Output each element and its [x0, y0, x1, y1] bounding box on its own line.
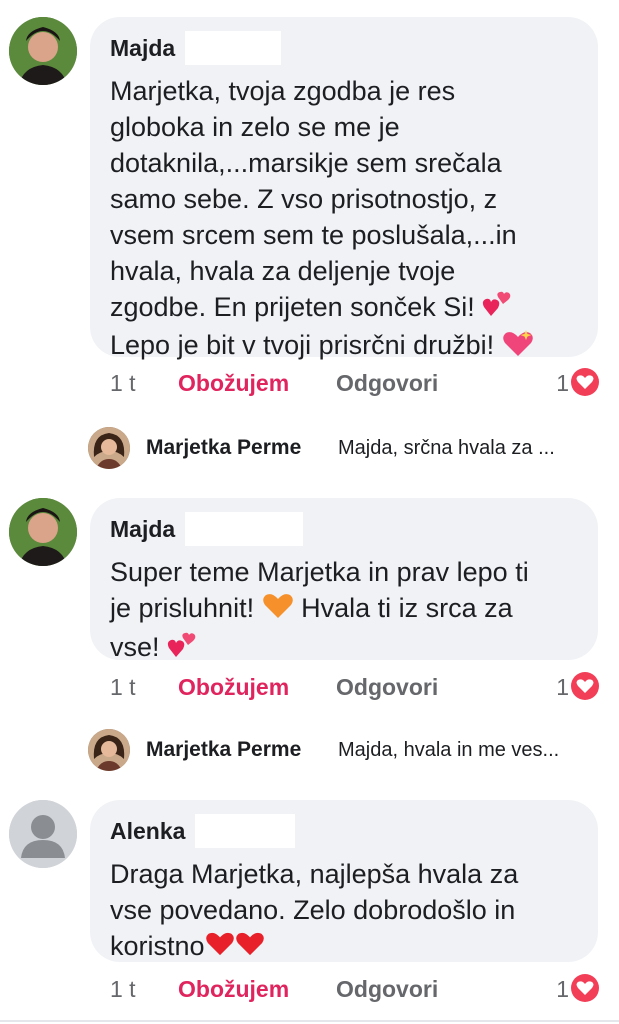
- reply-row[interactable]: Marjetka Perme Majda, srčna hvala za ...: [88, 425, 608, 473]
- comment-line: vse!: [110, 632, 160, 663]
- comment-bubble: Majda Marjetka, tvoja zgodba je res glob…: [90, 17, 598, 360]
- reaction-count[interactable]: 1: [556, 674, 569, 701]
- comment-line: je prisluhnit!: [110, 593, 255, 623]
- comment-line: Draga Marjetka, najlepša hvala za: [110, 859, 519, 889]
- two-hearts-icon: [482, 290, 512, 327]
- avatar[interactable]: [9, 498, 77, 566]
- comment-line: vsem srcem sem te poslušala,...in: [110, 220, 517, 250]
- love-reaction-button[interactable]: Obožujem: [178, 976, 289, 1003]
- comment-line: Hvala ti iz srca za: [301, 593, 513, 623]
- comment-line: Lepo je bit v tvoji prisrčni družbi!: [110, 330, 495, 361]
- red-heart-icon: [205, 929, 235, 966]
- redaction-box: [195, 814, 296, 848]
- comment-line: koristno: [110, 931, 205, 961]
- comment-line: Marjetka, tvoja zgodba je res: [110, 76, 456, 106]
- two-hearts-icon: [167, 631, 197, 668]
- comment-bubble: Majda Super teme Marjetka in prav lepo t…: [90, 498, 598, 662]
- reply-avatar[interactable]: [88, 427, 130, 469]
- comment-line: hvala, hvala za deljenje tvoje: [110, 256, 456, 286]
- comment-actions: 1 t Obožujem Odgovori 1: [110, 670, 599, 704]
- love-reaction-button[interactable]: Obožujem: [178, 370, 289, 397]
- heart-reaction-icon[interactable]: [571, 974, 599, 1002]
- comment-line: dotaknila,...marsikje sem srečala: [110, 148, 502, 178]
- reply-row[interactable]: Marjetka Perme Majda, hvala in me ves...: [88, 727, 608, 775]
- red-heart-icon: [235, 929, 265, 966]
- love-reaction-button[interactable]: Obožujem: [178, 674, 289, 701]
- divider: [0, 1020, 619, 1022]
- comment-actions: 1 t Obožujem Odgovori 1: [110, 366, 599, 400]
- reply-button[interactable]: Odgovori: [336, 370, 438, 397]
- heart-reaction-icon[interactable]: [571, 672, 599, 700]
- comment-author[interactable]: Majda: [110, 35, 175, 61]
- sparkling-heart-icon: [502, 328, 534, 367]
- comment-line: Super teme Marjetka in prav lepo ti: [110, 557, 529, 587]
- comment-author[interactable]: Majda: [110, 516, 175, 542]
- comment-line: globoka in zelo se me je: [110, 112, 400, 142]
- orange-heart-icon: [262, 590, 294, 629]
- heart-reaction-icon[interactable]: [571, 368, 599, 396]
- reply-avatar[interactable]: [88, 729, 130, 771]
- comment-text: Draga Marjetka, najlepša hvala za vse po…: [110, 856, 578, 966]
- reply-author[interactable]: Marjetka Perme: [146, 738, 301, 762]
- reply-button[interactable]: Odgovori: [336, 674, 438, 701]
- reply-author[interactable]: Marjetka Perme: [146, 436, 301, 460]
- reply-button[interactable]: Odgovori: [336, 976, 438, 1003]
- redaction-box: [185, 512, 304, 546]
- reply-preview: Majda, srčna hvala za ...: [338, 437, 555, 459]
- comment-line: zgodbe. En prijeten sonček Si!: [110, 292, 475, 322]
- comment-text: Super teme Marjetka in prav lepo ti je p…: [110, 554, 578, 668]
- reaction-count[interactable]: 1: [556, 370, 569, 397]
- comment-time[interactable]: 1 t: [110, 370, 136, 397]
- reply-preview: Majda, hvala in me ves...: [338, 739, 560, 761]
- redaction-box: [185, 31, 282, 65]
- comment-actions: 1 t Obožujem Odgovori 1: [110, 972, 599, 1006]
- comment-time[interactable]: 1 t: [110, 674, 136, 701]
- comment-text: Marjetka, tvoja zgodba je res globoka in…: [110, 73, 578, 367]
- avatar[interactable]: [9, 800, 77, 868]
- comment-line: vse povedano. Zelo dobrodošlo in: [110, 895, 516, 925]
- comment-author[interactable]: Alenka: [110, 818, 185, 844]
- comment-line: samo sebe. Z vso prisotnostjo, z: [110, 184, 498, 214]
- comment-bubble: Alenka Draga Marjetka, najlepša hvala za…: [90, 800, 598, 962]
- reaction-count[interactable]: 1: [556, 976, 569, 1003]
- comment-time[interactable]: 1 t: [110, 976, 136, 1003]
- avatar[interactable]: [9, 17, 77, 85]
